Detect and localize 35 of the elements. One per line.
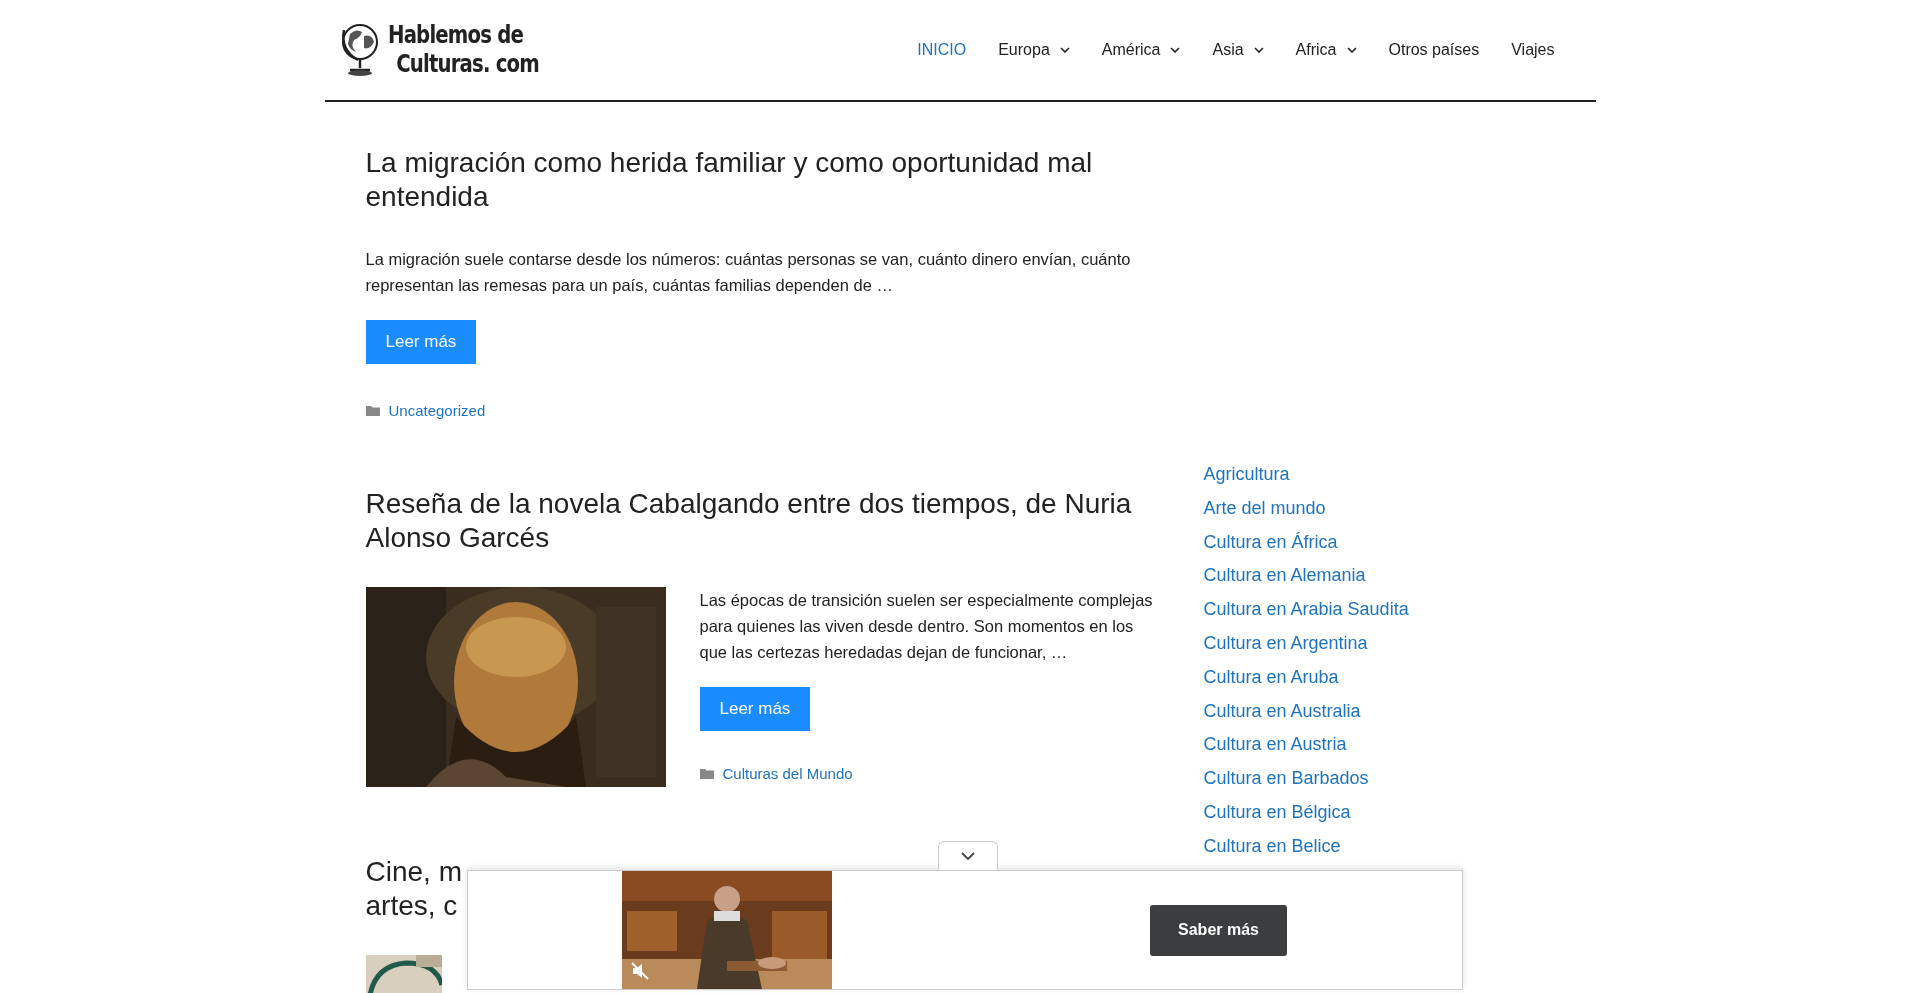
folder-icon [699,768,714,779]
nav-link[interactable]: Otros países [1372,41,1496,59]
category-link[interactable]: Cultura en Bélgica [1203,800,1351,823]
category-link[interactable]: Cultura en Argentina [1203,632,1368,654]
post-title[interactable]: La migración como herida familiar y como oportunidad mal entendida [365,146,1156,214]
read-more-button[interactable]: Leer más [365,320,477,364]
logo-text[interactable]: Culturas. com [387,50,539,79]
nav-link[interactable]: INICIO [901,41,983,59]
learn-more-button[interactable]: Saber más [1150,904,1287,956]
category-link[interactable]: Cultura en Barbados [1203,767,1369,790]
nav-link[interactable]: Asia [1196,41,1280,59]
logo-text[interactable]: Hablemos de [387,21,539,50]
folder-icon [365,405,380,416]
category-link[interactable]: Cultura en Austria [1203,733,1347,756]
nav-link[interactable]: Europa [982,41,1086,59]
chevron-down-icon [961,852,975,860]
category-link[interactable]: Culturas del Mundo [722,765,853,782]
nav-link[interactable]: Africa [1279,41,1373,59]
post-title[interactable]: Cine, m artes, c [365,855,462,923]
category-link[interactable]: Cultura en Alemania [1203,564,1366,587]
post-excerpt: Las épocas de transición suelen ser especialmente complejas para quienes las viven desde dentro. Son momentos en los que las certezas heredadas dejan de funcionar, … [699,590,1154,663]
muted-icon[interactable] [630,961,650,981]
post-excerpt: La migración suele contarse desde los números: cuántas personas se van, cuánto dinero envían, cuánto representan las remesas para un país, cuántas familias dependen de … [365,249,1132,296]
category-link[interactable]: Cultura en Belice [1203,834,1341,857]
category-link[interactable]: Agricultura [1203,463,1290,485]
nav-link[interactable]: Viajes [1495,41,1571,59]
category-link[interactable]: Arte del mundo [1203,496,1326,519]
category-link[interactable]: Cultura en Australia [1203,699,1361,722]
category-link[interactable]: Cultura en África [1203,530,1338,553]
category-link[interactable]: Uncategorized [388,402,486,419]
nav-link[interactable]: América [1085,41,1197,59]
category-link[interactable]: Cultura en Arabia Saudita [1203,598,1409,621]
post-title[interactable]: Reseña de la novela Cabalgando entre dos tiempos, de Nuria Alonso Garcés [365,487,1156,555]
read-more-button[interactable]: Leer más [699,687,811,731]
category-link[interactable]: Cultura en Aruba [1203,665,1339,688]
